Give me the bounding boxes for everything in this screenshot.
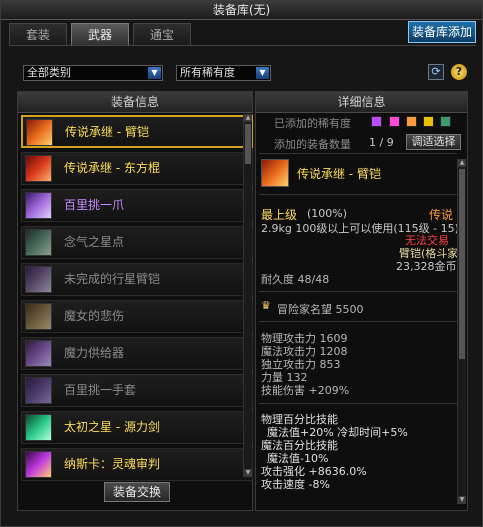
planet-gauntlet-icon bbox=[25, 266, 52, 293]
list-item-label: 魔女的悲伤 bbox=[64, 309, 125, 323]
list-item[interactable]: 未完成的行星臂铠 bbox=[21, 263, 253, 296]
tab-set[interactable]: 套装 bbox=[9, 23, 67, 45]
list-item-label: 太初之星 - 源力剑 bbox=[64, 420, 160, 434]
list-item-label: 未完成的行星臂铠 bbox=[64, 272, 161, 286]
refresh-icon[interactable]: ⟳ bbox=[428, 64, 444, 80]
flame-gauntlet-icon bbox=[26, 119, 53, 146]
list-item-label: 百里挑一手套 bbox=[64, 383, 137, 397]
stat-line: 技能伤害 +209% bbox=[261, 384, 350, 397]
list-item[interactable]: 百里挑一爪 bbox=[21, 189, 253, 222]
glove-icon bbox=[25, 377, 52, 404]
flame-gauntlet-icon bbox=[261, 159, 289, 187]
equipment-swap-button[interactable]: 装备交换 bbox=[104, 482, 170, 502]
detail-scrollbar[interactable]: ▲ ▼ bbox=[457, 159, 466, 504]
soul-judgment-icon bbox=[25, 451, 52, 478]
list-item[interactable]: 传说承继 - 东方棍 bbox=[21, 152, 253, 185]
rarity-swatch-gold[interactable] bbox=[423, 116, 434, 127]
item-fame: 冒险家名望 5500 bbox=[277, 303, 364, 316]
item-durability: 耐久度 48/48 bbox=[261, 273, 330, 286]
category-value: 全部类别 bbox=[27, 66, 71, 79]
item-name: 传说承继 - 臂铠 bbox=[297, 167, 381, 181]
list-item[interactable]: 魔力供给器 bbox=[21, 337, 253, 370]
scroll-thumb[interactable] bbox=[459, 169, 465, 359]
item-grade-pct: (100%) bbox=[307, 207, 348, 220]
divider bbox=[259, 153, 457, 154]
star-sword-icon bbox=[25, 414, 52, 441]
item-price: 23,328金币 bbox=[396, 260, 457, 273]
scroll-down-icon[interactable]: ▼ bbox=[458, 496, 466, 504]
rarity-swatch-legend[interactable] bbox=[406, 116, 417, 127]
claw-icon bbox=[25, 192, 52, 219]
divider bbox=[259, 321, 457, 322]
category-select[interactable]: 全部类别 ▼ bbox=[23, 65, 163, 81]
help-icon[interactable]: ? bbox=[451, 64, 467, 80]
list-item[interactable]: 念气之星点 bbox=[21, 226, 253, 259]
tab-treasure[interactable]: 通宝 bbox=[133, 23, 191, 45]
adjust-select-button[interactable]: 调适选择 bbox=[406, 134, 461, 150]
rarity-value: 所有稀有度 bbox=[180, 66, 235, 79]
equipment-library-window: 装备库(无) 套装 武器 通宝 装备库添加 全部类别 ▼ 所有稀有度 ▼ ⟳ ?… bbox=[0, 0, 483, 527]
effect-line: 攻击速度 -8% bbox=[261, 478, 330, 491]
list-item[interactable]: 纳斯卡：灵魂审判 bbox=[21, 448, 253, 481]
rarity-select[interactable]: 所有稀有度 ▼ bbox=[176, 65, 271, 81]
rarity-swatch-green[interactable] bbox=[440, 116, 451, 127]
tab-weapon[interactable]: 武器 bbox=[71, 23, 129, 45]
added-count-value: 1 / 9 bbox=[369, 136, 394, 149]
scroll-up-icon[interactable]: ▲ bbox=[244, 114, 252, 122]
list-item-label: 魔力供给器 bbox=[64, 346, 125, 360]
add-to-library-button[interactable]: 装备库添加 bbox=[408, 21, 476, 43]
scroll-thumb[interactable] bbox=[245, 124, 251, 164]
added-rarity-label: 已添加的稀有度 bbox=[274, 117, 351, 130]
list-item-label: 传说承继 - 东方棍 bbox=[64, 161, 160, 175]
list-scrollbar[interactable]: ▲ ▼ bbox=[243, 114, 252, 477]
witch-sorrow-icon bbox=[25, 303, 52, 330]
list-item-label: 百里挑一爪 bbox=[64, 198, 125, 212]
chevron-down-icon[interactable]: ▼ bbox=[256, 67, 269, 79]
list-item-label: 念气之星点 bbox=[64, 235, 125, 249]
rarity-swatch-pink[interactable] bbox=[389, 116, 400, 127]
list-item-label: 传说承继 - 臂铠 bbox=[65, 125, 149, 139]
list-item[interactable]: 百里挑一手套 bbox=[21, 374, 253, 407]
window-title: 装备库(无) bbox=[1, 1, 482, 20]
star-point-icon bbox=[25, 229, 52, 256]
added-count-label: 添加的装备数量 bbox=[274, 138, 351, 151]
list-item[interactable]: 传说承继 - 臂铠 bbox=[21, 115, 253, 148]
mana-supplier-icon bbox=[25, 340, 52, 367]
list-item[interactable]: 魔女的悲伤 bbox=[21, 300, 253, 333]
divider bbox=[9, 45, 476, 46]
flame-staff-icon bbox=[25, 155, 52, 182]
scroll-up-icon[interactable]: ▲ bbox=[458, 159, 466, 167]
scroll-down-icon[interactable]: ▼ bbox=[244, 469, 252, 477]
equipment-list-title: 装备信息 bbox=[18, 92, 252, 113]
list-item-label: 纳斯卡：灵魂审判 bbox=[64, 457, 161, 471]
chevron-down-icon[interactable]: ▼ bbox=[148, 67, 161, 79]
divider bbox=[259, 194, 457, 195]
rarity-swatch-epic[interactable] bbox=[371, 116, 382, 127]
divider bbox=[259, 291, 457, 292]
detail-title: 详细信息 bbox=[256, 92, 467, 113]
divider bbox=[259, 403, 457, 404]
list-item[interactable]: 太初之星 - 源力剑 bbox=[21, 411, 253, 444]
fame-icon: ♛ bbox=[261, 299, 271, 312]
